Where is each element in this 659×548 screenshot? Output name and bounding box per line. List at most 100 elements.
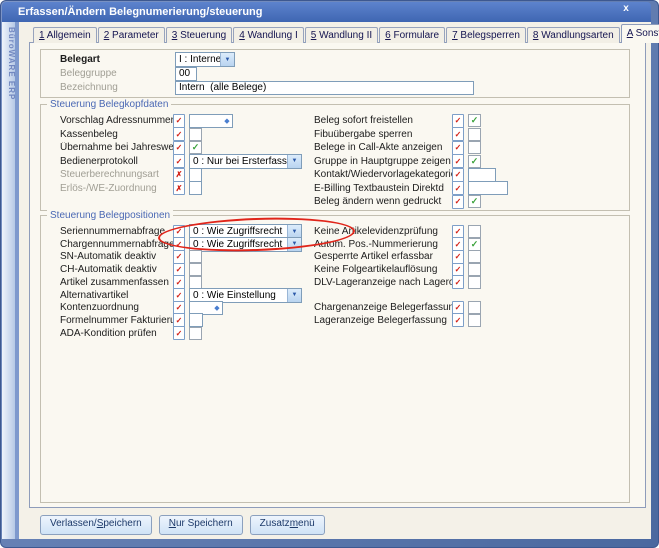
- text-input[interactable]: 00: [175, 67, 197, 81]
- form-row-e-billing-textbaustein-direktd: E-Billing Textbaustein Direktd✓: [313, 182, 629, 195]
- edit-allowed-icon[interactable]: ✓: [452, 250, 464, 264]
- dropdown-value: 0 : Wie Zugriffsrecht: [190, 239, 287, 250]
- edit-allowed-icon[interactable]: ✓: [173, 141, 185, 155]
- edit-allowed-icon[interactable]: ✓: [173, 250, 185, 264]
- zusatzmenü-button[interactable]: Zusatzmenü: [250, 515, 325, 535]
- form-row-beleg-ändern-wenn-gedruckt: Beleg ändern wenn gedruckt✓✓: [313, 195, 629, 208]
- titlebar: Erfassen/Ändern Belegnumerierung/steueru…: [2, 2, 651, 22]
- edit-allowed-icon[interactable]: ✓: [452, 114, 464, 128]
- spinner-field[interactable]: ◆: [189, 114, 233, 128]
- text-input[interactable]: Intern (alle Belege): [175, 81, 474, 95]
- checkbox-unchecked[interactable]: [468, 314, 481, 327]
- checkbox-checked[interactable]: ✓: [468, 114, 481, 127]
- form-row-autom-pos-nummerierung: Autom. Pos.-Nummerierung✓✓: [313, 238, 629, 251]
- tab-2-parameter[interactable]: 2 Parameter: [98, 27, 165, 43]
- edit-allowed-icon[interactable]: ✓: [173, 288, 185, 302]
- checkbox-checked[interactable]: ✓: [189, 141, 202, 154]
- field-label: Chargenanzeige Belegerfassung: [314, 302, 452, 313]
- checkbox-unchecked[interactable]: [468, 225, 481, 238]
- form-row-gesperrte-artikel-erfassbar: Gesperrte Artikel erfassbar✓: [313, 250, 629, 263]
- checkbox-unchecked[interactable]: [468, 128, 481, 141]
- text-input[interactable]: [468, 181, 508, 195]
- field-label: Keine Folgeartikelauflösung: [314, 264, 452, 275]
- dropdown[interactable]: I : Interner▼: [175, 52, 235, 67]
- form-row-chargennummernabfrage: Chargennummernabfrage✓0 : Wie Zugriffsre…: [41, 238, 337, 251]
- input-value: Intern (alle Belege): [176, 82, 473, 93]
- field-label: ADA-Kondition prüfen: [60, 328, 173, 339]
- checkbox-checked[interactable]: ✓: [468, 155, 481, 168]
- chevron-down-icon[interactable]: ▼: [287, 289, 301, 302]
- chevron-down-icon[interactable]: ▼: [287, 238, 301, 251]
- chevron-down-icon[interactable]: ▼: [220, 53, 234, 66]
- checkbox-unchecked[interactable]: [189, 250, 202, 263]
- group-belegpositionen: Steuerung Belegpositionen Seriennummerna…: [40, 215, 630, 503]
- field-label: CH-Automatik deaktiv: [60, 264, 173, 275]
- edit-allowed-icon[interactable]: ✓: [173, 114, 185, 128]
- group-right-column: Beleg sofort freistellen✓✓Fibuübergabe s…: [313, 105, 629, 210]
- tab-3-steuerung[interactable]: 3 Steuerung: [166, 27, 233, 43]
- field-label: Belege in Call-Akte anzeigen: [314, 142, 452, 153]
- field-label: Bezeichnung: [60, 82, 175, 93]
- tab-5-wandlung-ii[interactable]: 5 Wandlung II: [305, 27, 378, 43]
- form-row-formelnummer-fakturierung: Formelnummer Fakturierung✓: [41, 314, 337, 327]
- tab-6-formulare[interactable]: 6 Formulare: [379, 27, 445, 43]
- text-input[interactable]: [468, 168, 496, 182]
- checkbox-unchecked[interactable]: [189, 263, 202, 276]
- tab-a-sonstige[interactable]: A Sonstige: [621, 24, 659, 43]
- dialog-window: Erfassen/Ändern Belegnumerierung/steueru…: [0, 0, 659, 548]
- tab-8-wandlungsarten[interactable]: 8 Wandlungsarten: [527, 27, 620, 43]
- close-icon[interactable]: x: [616, 3, 636, 17]
- edit-locked-icon[interactable]: ✗: [173, 181, 185, 195]
- field-label: Autom. Pos.-Nummerierung: [314, 239, 452, 250]
- lookup-diamond-icon[interactable]: ◆: [212, 302, 222, 314]
- edit-allowed-icon[interactable]: ✓: [452, 195, 464, 209]
- edit-allowed-icon[interactable]: ✓: [173, 326, 185, 340]
- field-label: Bedienerprotokoll: [60, 156, 173, 167]
- checkbox-unchecked[interactable]: [468, 141, 481, 154]
- checkbox-checked[interactable]: ✓: [468, 195, 481, 208]
- check-icon: ✓: [471, 157, 479, 166]
- form-row-belege-in-call-akte-anzeigen: Belege in Call-Akte anzeigen✓: [313, 141, 629, 154]
- checkbox-unchecked[interactable]: [468, 301, 481, 314]
- dropdown[interactable]: 0 : Nur bei Ersterfassung/Änderung▼: [189, 154, 302, 169]
- checkbox-unchecked[interactable]: [468, 250, 481, 263]
- edit-locked-icon[interactable]: ✗: [173, 168, 185, 182]
- edit-allowed-icon[interactable]: ✓: [452, 313, 464, 327]
- tab-4-wandlung-i[interactable]: 4 Wandlung I: [233, 27, 304, 43]
- edit-allowed-icon[interactable]: ✓: [452, 141, 464, 155]
- dropdown-value: I : Interner: [176, 54, 220, 65]
- edit-allowed-icon[interactable]: ✓: [173, 154, 185, 168]
- field-label: DLV-Lageranzeige nach Lagerort: [314, 277, 452, 288]
- text-input[interactable]: [189, 168, 202, 182]
- text-input[interactable]: [189, 313, 203, 327]
- edit-allowed-icon[interactable]: ✓: [452, 275, 464, 289]
- check-icon: ✓: [471, 197, 479, 206]
- edit-allowed-icon[interactable]: ✓: [452, 127, 464, 141]
- dropdown-value: 0 : Nur bei Ersterfassung/Änderung: [190, 156, 287, 167]
- text-input[interactable]: [189, 181, 202, 195]
- checkbox-unchecked[interactable]: [468, 276, 481, 289]
- field-label: Chargennummernabfrage: [60, 239, 173, 250]
- checkbox-unchecked[interactable]: [189, 128, 202, 141]
- lookup-diamond-icon[interactable]: ◆: [222, 115, 232, 127]
- edit-allowed-icon[interactable]: ✓: [452, 181, 464, 195]
- checkbox-unchecked[interactable]: [189, 327, 202, 340]
- field-label: SN-Automatik deaktiv: [60, 251, 173, 262]
- nur-speichern-button[interactable]: Nur Speichern: [159, 515, 243, 535]
- tab-7-belegsperren[interactable]: 7 Belegsperren: [446, 27, 526, 43]
- tab-1-allgemein[interactable]: 1 Allgemein: [33, 27, 97, 43]
- edit-allowed-icon[interactable]: ✓: [173, 127, 185, 141]
- field-label: Beleg sofort freistellen: [314, 115, 452, 126]
- form-row-beleg-sofort-freistellen: Beleg sofort freistellen✓✓: [313, 114, 629, 127]
- field-label: Kontenzuordnung: [60, 302, 173, 313]
- edit-allowed-icon[interactable]: ✓: [452, 154, 464, 168]
- chevron-down-icon[interactable]: ▼: [287, 155, 301, 168]
- checkbox-unchecked[interactable]: [468, 263, 481, 276]
- dropdown-value: 0 : Wie Zugriffsrecht: [190, 226, 287, 237]
- field-label: Fibuübergabe sperren: [314, 129, 452, 140]
- form-row-alternativartikel: Alternativartikel✓0 : Wie Einstellung▼: [41, 289, 337, 302]
- edit-allowed-icon[interactable]: ✓: [452, 168, 464, 182]
- checkbox-checked[interactable]: ✓: [468, 238, 481, 251]
- brand-vertical-text: BüroWARE ERP: [1, 27, 16, 247]
- verlassen-speichern-button[interactable]: Verlassen/Speichern: [40, 515, 152, 535]
